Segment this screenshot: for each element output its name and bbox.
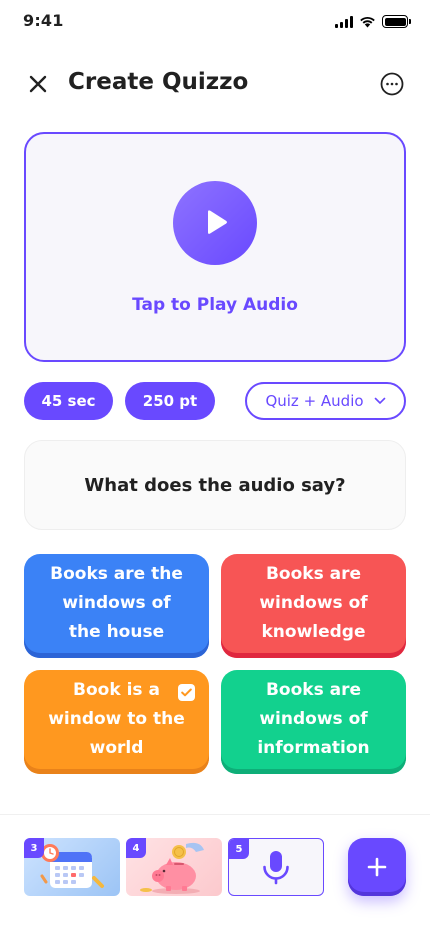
answer-option-label: Book is a window to the world [48, 679, 185, 758]
time-limit-chip[interactable]: 45 sec [24, 382, 113, 420]
status-icons [335, 15, 411, 28]
wifi-icon [360, 16, 375, 27]
question-text: What does the audio say? [84, 474, 346, 496]
answer-option-label: Books are the windows of the house [50, 563, 183, 642]
header: Create Quizzo [0, 60, 430, 108]
chevron-down-icon [374, 397, 385, 404]
answer-option-label: Books are windows of knowledge [259, 563, 368, 642]
close-icon [29, 75, 47, 93]
signal-icon [335, 15, 353, 28]
points-label: 250 pt [142, 392, 198, 410]
question-field[interactable]: What does the audio say? [24, 440, 406, 530]
battery-icon [382, 15, 411, 28]
close-button[interactable] [24, 70, 52, 98]
play-icon [208, 210, 227, 234]
points-chip[interactable]: 250 pt [125, 382, 215, 420]
add-slide-button[interactable] [348, 838, 406, 896]
slide-number: 4 [126, 838, 146, 858]
time-limit-label: 45 sec [41, 392, 96, 410]
page-title: Create Quizzo [68, 69, 249, 95]
question-type-label: Quiz + Audio [265, 392, 364, 410]
answer-option-1[interactable]: Books are the windows of the house [24, 554, 209, 658]
slide-number: 5 [229, 839, 249, 859]
plus-icon [367, 857, 387, 877]
question-type-dropdown[interactable]: Quiz + Audio [245, 382, 406, 420]
audio-label: Tap to Play Audio [132, 295, 298, 315]
audio-player-card[interactable]: Tap to Play Audio [24, 132, 406, 362]
checkmark-icon [181, 688, 192, 697]
more-options-button[interactable] [380, 72, 404, 96]
slide-number: 3 [24, 838, 44, 858]
answer-option-4[interactable]: Books are windows of information [221, 670, 406, 774]
status-time: 9:41 [23, 11, 64, 30]
more-horizontal-icon [380, 72, 404, 96]
slide-thumbnail-5[interactable]: 5 [228, 838, 324, 896]
answer-option-3[interactable]: Book is a window to the world [24, 670, 209, 774]
answer-option-label: Books are windows of information [257, 679, 370, 758]
slide-thumbnail-4[interactable]: 4 [126, 838, 222, 896]
answer-option-2[interactable]: Books are windows of knowledge [221, 554, 406, 658]
play-button[interactable] [173, 181, 257, 265]
slide-thumbnail-3[interactable]: 3 [24, 838, 120, 896]
status-bar: 9:41 [0, 0, 430, 44]
correct-answer-checkbox[interactable] [178, 684, 195, 701]
divider [0, 814, 430, 815]
